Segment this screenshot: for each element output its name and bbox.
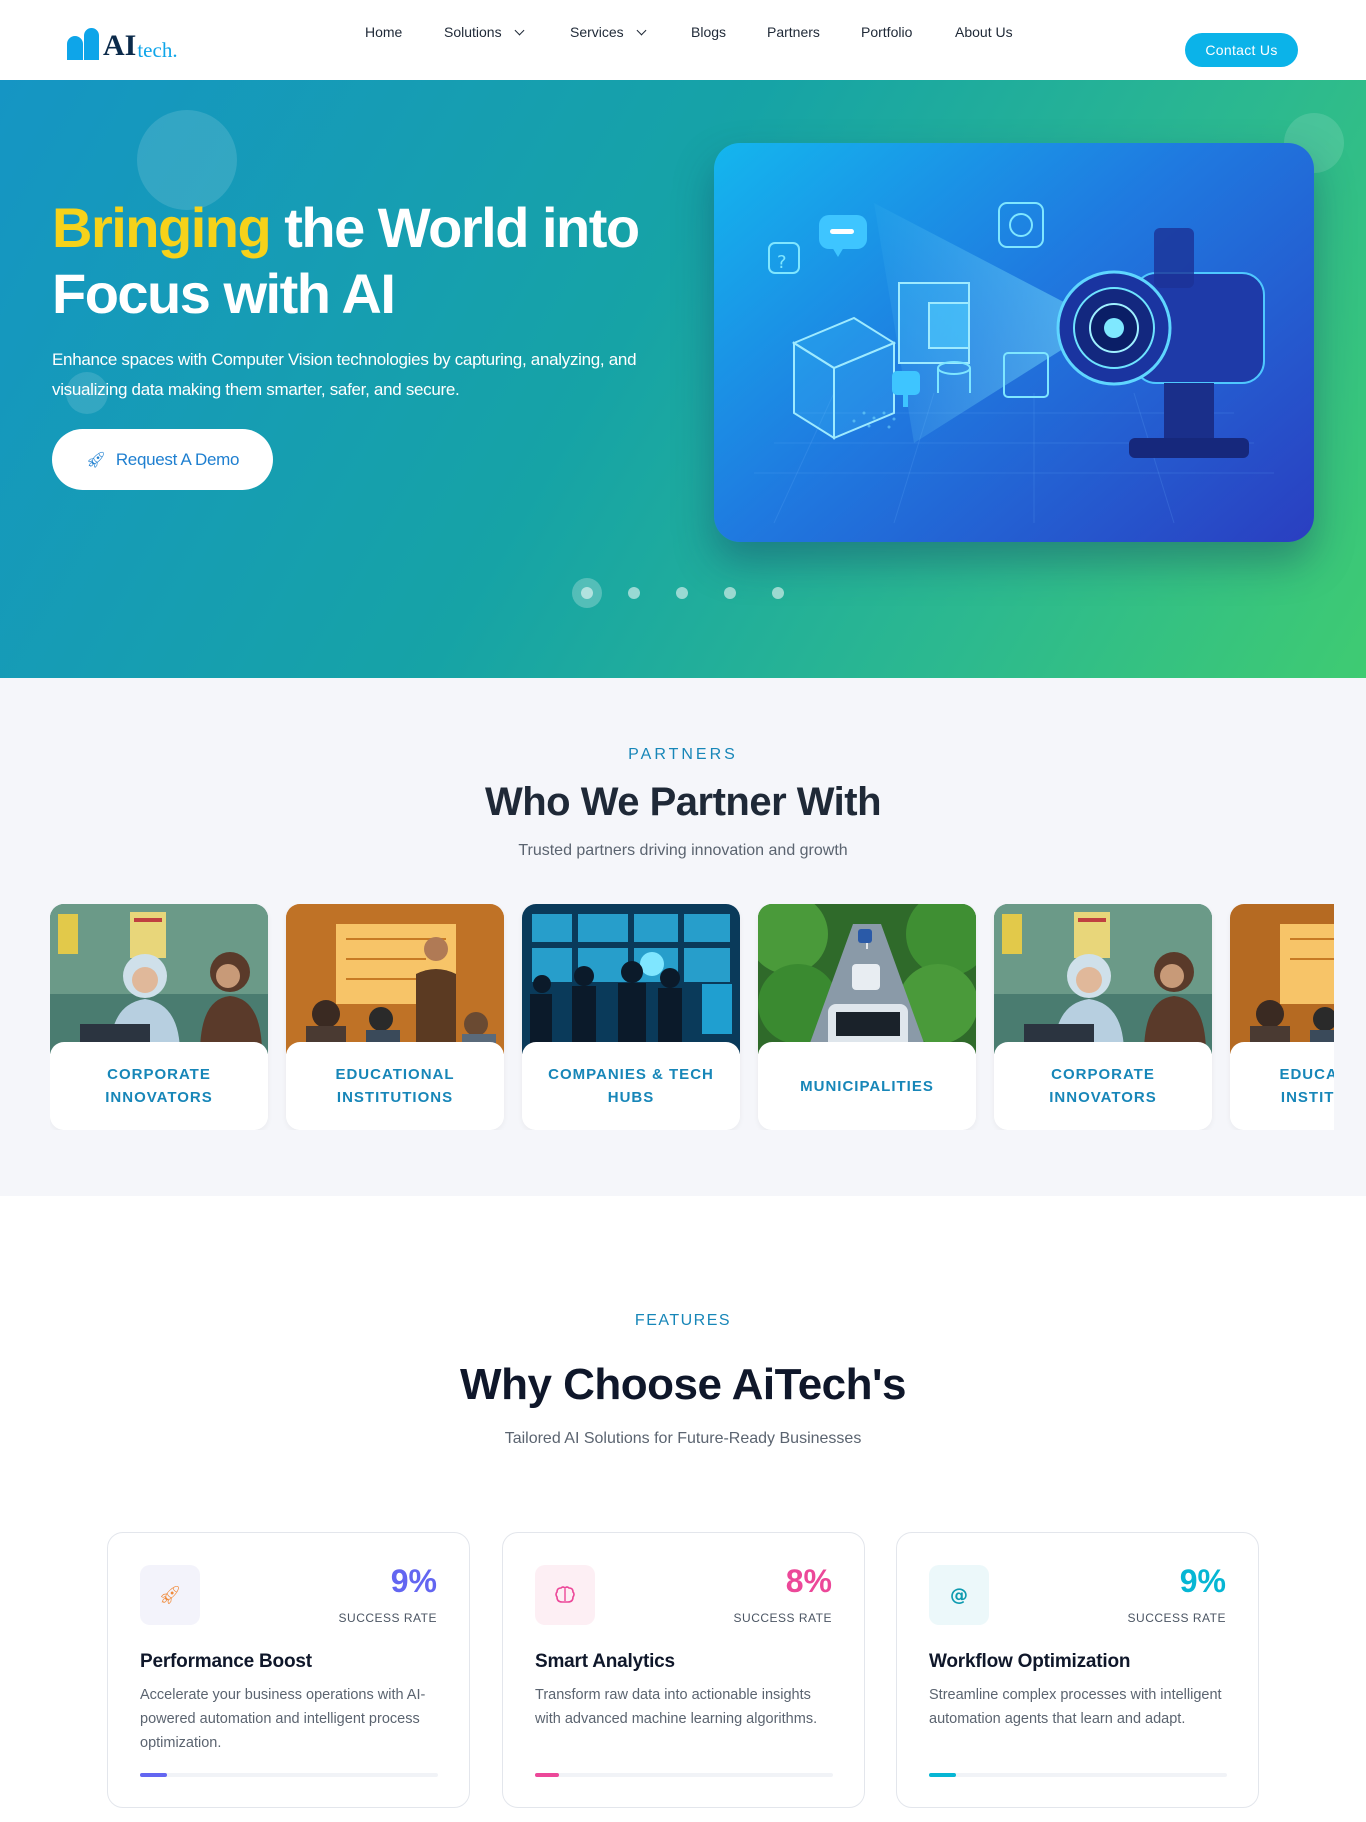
feature-progress-fill <box>140 1773 167 1777</box>
partners-subtitle: Trusted partners driving innovation and … <box>518 842 848 859</box>
top-navbar: AI tech. Home Solutions Services Blogs P… <box>0 0 1366 80</box>
features-title: Why Choose AiTech's <box>460 1360 906 1409</box>
feature-description: Streamline complex processes with intell… <box>929 1687 1222 1727</box>
features-subtitle: Tailored AI Solutions for Future-Ready B… <box>504 1430 862 1447</box>
partner-card-corporate-innovators[interactable]: Corporate Innovators <box>50 904 268 1130</box>
feature-name: Workflow Optimization <box>929 1651 1131 1672</box>
brain-icon <box>535 1565 595 1625</box>
nav-item-home[interactable]: Home <box>365 24 402 40</box>
contact-us-button[interactable]: Contact Us <box>1185 33 1298 67</box>
at-sign-icon: @ <box>929 1565 989 1625</box>
partner-image <box>286 904 504 1054</box>
partner-image <box>994 904 1212 1054</box>
request-demo-label: Request A Demo <box>115 449 240 469</box>
slide-dot-2[interactable] <box>628 587 640 599</box>
nav-item-about-us[interactable]: About Us <box>955 24 1013 40</box>
nav-item-solutions[interactable]: Solutions <box>444 24 525 40</box>
nav-item-label: Portfolio <box>861 24 913 40</box>
partner-image <box>50 904 268 1054</box>
chevron-down-icon <box>514 25 525 35</box>
feature-progress-track <box>140 1773 438 1777</box>
partner-card-companies-tech-hubs[interactable]: Companies & Tech Hubs <box>522 904 740 1130</box>
partner-label: Corporate Innovators <box>50 1042 268 1130</box>
features-section: FEATURES Why Choose AiTech's Tailored AI… <box>0 1196 1366 1822</box>
partner-label: Companies & Tech Hubs <box>522 1042 740 1130</box>
hero-title-rest: the World into <box>270 196 640 259</box>
partner-card-municipalities[interactable]: Municipalities <box>758 904 976 1130</box>
partner-image <box>1230 904 1334 1054</box>
chevron-down-icon <box>636 25 647 35</box>
nav-item-label: About Us <box>955 24 1013 40</box>
slide-dot-4[interactable] <box>724 587 736 599</box>
partner-label: Corporate Innovators <box>994 1042 1212 1130</box>
partner-card-educational-institutions[interactable]: Educational Institutions <box>1230 904 1334 1130</box>
feature-progress-track <box>535 1773 833 1777</box>
feature-rate-label: SUCCESS RATE <box>733 1611 832 1625</box>
hero-title: Bringing the World into Focus with AI <box>52 195 692 327</box>
partner-card-educational-institutions[interactable]: Educational Institutions <box>286 904 504 1130</box>
nav-item-label: Solutions <box>444 24 502 40</box>
feature-description: Accelerate your business operations with… <box>140 1687 426 1751</box>
feature-percent: 8% <box>785 1563 832 1599</box>
logo-text-tech: tech. <box>137 38 178 62</box>
computer-vision-camera-illustration: ? <box>754 202 1274 524</box>
feature-progress-track <box>929 1773 1227 1777</box>
partner-label: Educational Institutions <box>1230 1042 1334 1130</box>
hero-illustration: ? <box>714 143 1314 542</box>
svg-text:?: ? <box>777 252 787 273</box>
partner-card-corporate-innovators[interactable]: Corporate Innovators <box>994 904 1212 1130</box>
feature-progress-fill <box>535 1773 559 1777</box>
nav-item-label: Services <box>570 24 624 40</box>
feature-card-workflow-optimization: @ 9% SUCCESS RATE Workflow Optimization … <box>896 1532 1259 1808</box>
partners-title: Who We Partner With <box>484 780 882 824</box>
hero-title-line2: Focus with AI <box>52 262 396 325</box>
feature-card-smart-analytics: 8% SUCCESS RATE Smart Analytics Transfor… <box>502 1532 865 1808</box>
nav-item-label: Partners <box>767 24 820 40</box>
nav-item-services[interactable]: Services <box>570 24 647 40</box>
feature-rate-label: SUCCESS RATE <box>338 1611 437 1625</box>
nav-item-partners[interactable]: Partners <box>767 24 820 40</box>
logo-text-ai: AI <box>103 29 137 62</box>
nav-item-label: Blogs <box>691 24 727 40</box>
feature-name: Performance Boost <box>140 1651 312 1672</box>
partners-section: PARTNERS Who We Partner With Trusted par… <box>0 678 1366 1196</box>
request-demo-button[interactable]: 🚀︎ Request A Demo <box>52 429 273 490</box>
partner-image <box>758 904 976 1054</box>
partner-image <box>522 904 740 1054</box>
hero-title-highlight: Bringing <box>52 196 272 259</box>
feature-percent: 9% <box>1179 1563 1226 1599</box>
hero-slider: Bringing the World into Focus with AI Enh… <box>0 80 1366 678</box>
feature-progress-fill <box>929 1773 956 1777</box>
partner-label: Educational Institutions <box>286 1042 504 1130</box>
partner-label: Municipalities <box>758 1042 976 1130</box>
partners-carousel[interactable]: Corporate Innovators Educational Institu… <box>50 904 1334 1130</box>
slide-dot-1[interactable] <box>572 578 602 608</box>
nav-item-label: Home <box>365 24 403 40</box>
nav-item-blogs[interactable]: Blogs <box>691 24 726 40</box>
slide-dot-5[interactable] <box>772 587 784 599</box>
features-eyebrow: FEATURES <box>634 1312 732 1329</box>
feature-name: Smart Analytics <box>535 1651 675 1672</box>
slide-dot-3[interactable] <box>676 587 688 599</box>
nav-item-portfolio[interactable]: Portfolio <box>861 24 912 40</box>
rocket-icon: 🚀︎ <box>140 1565 200 1625</box>
feature-description: Transform raw data into actionable insig… <box>535 1687 818 1727</box>
logo-mark-icon <box>67 28 101 62</box>
feature-rate-label: SUCCESS RATE <box>1127 1611 1226 1625</box>
hero-subtitle: Enhance spaces with Computer Vision tech… <box>52 350 637 399</box>
partners-eyebrow: PARTNERS <box>628 746 738 763</box>
rocket-icon: 🚀︎ <box>85 451 106 469</box>
feature-card-performance-boost: 🚀︎ 9% SUCCESS RATE Performance Boost Acc… <box>107 1532 470 1808</box>
feature-percent: 9% <box>390 1563 437 1599</box>
aitech-logo[interactable]: AI tech. <box>67 28 178 62</box>
